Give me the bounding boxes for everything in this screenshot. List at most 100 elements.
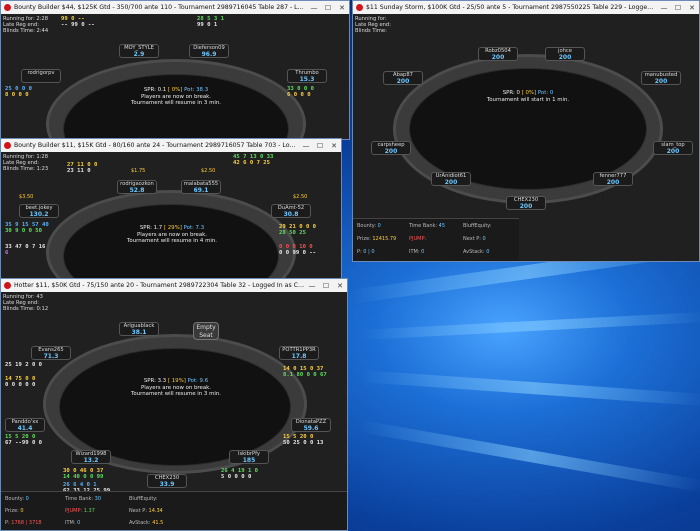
player-seat[interactable]: lskibrPfy 185	[229, 450, 269, 464]
spr-value: SPR: 0	[502, 90, 520, 96]
player-hud[interactable]: 15 5 20 0 50 25 0 0 13	[283, 434, 323, 446]
status-message: Tournament will resume in 3 min.	[131, 100, 221, 107]
table-window-bounty-11[interactable]: Bounty Builder $11, $15K Gtd - 80/160 an…	[0, 138, 342, 280]
empty-seat-button[interactable]: Empty Seat	[193, 322, 219, 340]
player-stack: 38.1	[131, 329, 147, 336]
player-seat[interactable]: Wizard1998 13.2	[71, 450, 111, 464]
wallpaper-beam	[358, 420, 700, 493]
player-hud[interactable]: 30 0 46 0 37 14 40 0 0 99	[63, 468, 103, 480]
blinds-time-label: Blinds Time: 2:44	[3, 28, 49, 34]
player-seat[interactable]: CHEX230 200	[506, 196, 546, 210]
player-hud[interactable]: 25 0 0 08 0 0 0	[5, 86, 32, 98]
close-button[interactable]: ✕	[327, 142, 341, 150]
player-seat[interactable]: UrAnidiot61 200	[431, 172, 471, 186]
player-seat[interactable]: manubusted 200	[641, 71, 681, 85]
table-window-hotter-11[interactable]: Hotter $11, $50K Gtd - 75/150 ante 20 - …	[0, 278, 348, 531]
player-seat[interactable]: DuAmt-52 30.8	[271, 204, 311, 218]
player-hud[interactable]: 14 0 15 0 37 8.1 80 0 0 67	[283, 366, 327, 378]
player-seat[interactable]: Thrumbo 15.3	[287, 69, 327, 83]
status-message: Players are now on break.	[141, 384, 211, 391]
pot-value: Pot: 0	[537, 90, 554, 96]
player-seat[interactable]: Abap87 200	[383, 71, 423, 85]
table-center-message: SPR: 3.3 [ 19%] Pot: 9.6 Players are now…	[111, 378, 241, 398]
player-hud[interactable]: 14 75 0 00 0 0 0 0	[5, 376, 35, 388]
player-seat[interactable]: johce 200	[545, 47, 585, 61]
player-stack: 2.9	[133, 51, 145, 58]
player-hud[interactable]: 15 5 20 0 67 --99 0 0	[5, 434, 42, 446]
player-hud[interactable]: 29 21 0 0 0 28 50 25	[279, 224, 316, 236]
pokerstars-logo-icon	[4, 142, 11, 149]
pokerstars-logo-icon	[4, 4, 11, 11]
maximize-button[interactable]: ☐	[313, 142, 327, 150]
player-hud[interactable]: 28 5 3 1 99 0 1	[197, 16, 224, 28]
player-seat[interactable]: CHEX230 33.9	[147, 474, 187, 488]
bounty-chip: $3.50	[19, 194, 34, 200]
close-button[interactable]: ✕	[685, 4, 699, 12]
status-message: Tournament will resume in 3 min.	[131, 391, 221, 398]
player-seat[interactable]: rodrigaozkon 52.8	[117, 180, 157, 194]
player-seat[interactable]: DionataPZZ 59.6	[291, 418, 331, 432]
player-seat[interactable]: Panddo'xx 41.4	[5, 418, 45, 432]
window-titlebar[interactable]: $11 Sunday Storm, $100K Gtd - 25/50 ante…	[353, 1, 699, 14]
close-button[interactable]: ✕	[335, 4, 349, 12]
player-seat[interactable]: MOY_STYLE 2.9	[119, 44, 159, 58]
player-hud[interactable]: 0 0 0 10 00 0 99 0 --	[279, 244, 316, 256]
close-button[interactable]: ✕	[333, 282, 347, 290]
player-hud[interactable]: 33 0 0 06 0 0 0	[287, 86, 314, 98]
window-titlebar[interactable]: Hotter $11, $50K Gtd - 75/150 ante 20 - …	[1, 279, 347, 292]
player-seat[interactable]: malabata555 69.1	[181, 180, 221, 194]
blinds-time-label: Blinds Time: 1:23	[3, 166, 49, 172]
player-stack: 41.4	[17, 425, 33, 432]
player-seat[interactable]: beet.jokey 130.2	[19, 204, 59, 218]
maximize-button[interactable]: ☐	[671, 4, 685, 12]
spr-value: SPR: 3.3	[143, 378, 167, 384]
table-felt: Running for: Late Reg end: Blinds Time: …	[353, 14, 699, 261]
minimize-button[interactable]: —	[305, 282, 319, 290]
player-seat[interactable]: Ariguablack 38.1	[119, 322, 159, 336]
player-stack: 200	[666, 148, 680, 155]
blinds-time-label: Blinds Time:	[355, 28, 387, 34]
player-stack: 52.8	[129, 187, 145, 194]
player-seat[interactable]: Robz0504 200	[478, 47, 518, 61]
minimize-button[interactable]: —	[307, 4, 321, 12]
player-seat[interactable]: rodrigorpv	[21, 69, 61, 83]
pokerstars-logo-icon	[4, 282, 11, 289]
window-titlebar[interactable]: Bounty Builder $11, $15K Gtd - 80/160 an…	[1, 139, 341, 152]
player-stack: 17.8	[291, 353, 307, 360]
maximize-button[interactable]: ☐	[321, 4, 335, 12]
player-hud[interactable]: 99 0 -- -- 99 0 --	[61, 16, 95, 28]
status-message: Tournament will start in 1 min.	[486, 96, 570, 103]
player-seat[interactable]: carpsheep 200	[371, 141, 411, 155]
table-window-bounty-44[interactable]: Bounty Builder $44, $125K Gtd - 350/700 …	[0, 0, 350, 140]
pot-value: Pot: 7.3	[183, 225, 205, 231]
minimize-button[interactable]: —	[657, 4, 671, 12]
player-hud[interactable]: 33 47 0 7 16 6	[5, 244, 45, 256]
player-hud[interactable]: 26 4 19 1 05 0 0 0 0	[221, 468, 258, 480]
stat-bounty: Bounty: 0	[357, 223, 381, 229]
player-seat[interactable]: fenner777 200	[593, 172, 633, 186]
status-message: Players are now on break.	[137, 231, 207, 238]
spr-value: SPR: 0.1	[143, 87, 167, 93]
player-name: rodrigorpv	[27, 70, 55, 76]
maximize-button[interactable]: ☐	[319, 282, 333, 290]
player-seat[interactable]: Evans265 71.3	[31, 346, 71, 360]
player-seat[interactable]: slam_top 200	[653, 141, 693, 155]
table-felt: Running for: 43 Late Reg end: Blinds Tim…	[1, 292, 347, 530]
table-center-message: SPR: 1.7 [ 29%] Pot: 7.3 Players are now…	[107, 225, 237, 245]
player-seat[interactable]: POTTR1PP3R 17.8	[279, 346, 319, 360]
pot-value: Pot: 9.6	[187, 378, 209, 384]
pot-value: Pot: 38.3	[184, 87, 209, 93]
bounty-chip: $1.75	[131, 168, 146, 174]
player-seat[interactable]: Dieferson09 96.9	[189, 44, 229, 58]
player-hud[interactable]: 45 7 13 0 33 42 6 0 7 25	[233, 154, 273, 166]
player-hud[interactable]: 27 11 0 0 23 11 0	[67, 162, 97, 174]
player-stack: 200	[396, 78, 410, 85]
minimize-button[interactable]: —	[299, 142, 313, 150]
stat-pjump: PJUMP: 1.37	[65, 508, 95, 514]
player-hud[interactable]: 35 9 15 57 40 30 9 0 0 50	[5, 222, 49, 234]
player-hud[interactable]: 25 19 2 0 0	[5, 362, 42, 368]
table-window-sunday-storm[interactable]: $11 Sunday Storm, $100K Gtd - 25/50 ante…	[352, 0, 700, 262]
player-stack: 200	[558, 54, 572, 61]
tournament-info: Running for: Late Reg end: Blinds Time:	[355, 16, 391, 34]
window-titlebar[interactable]: Bounty Builder $44, $125K Gtd - 350/700 …	[1, 1, 349, 14]
